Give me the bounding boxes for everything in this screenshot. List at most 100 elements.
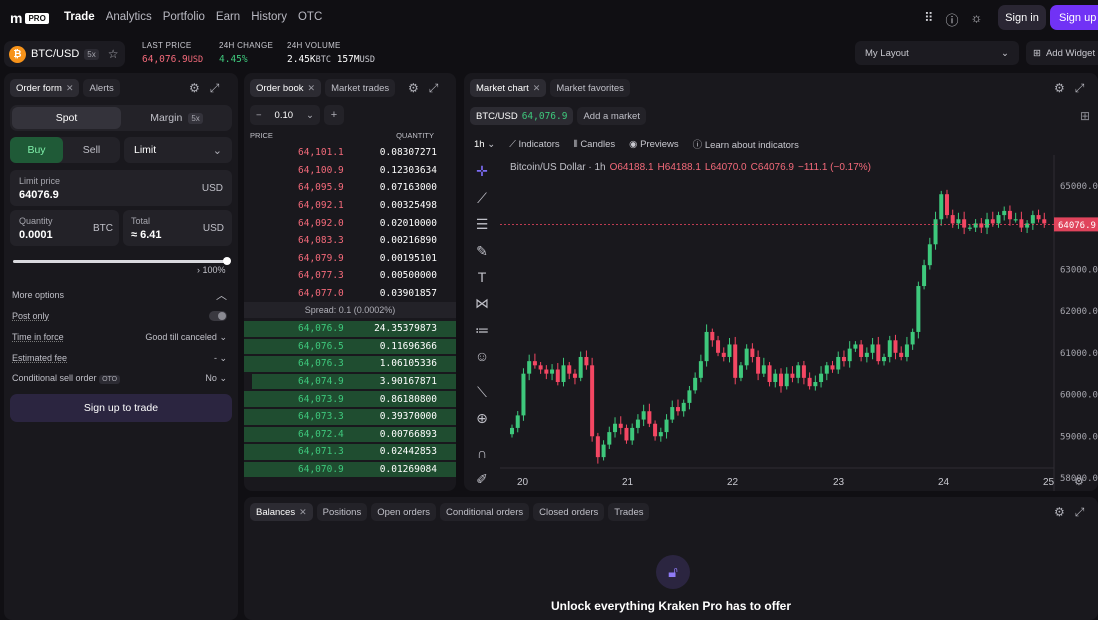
pair-selector[interactable]: ₿ BTC/USD 5x ☆ (4, 41, 125, 67)
bid-row[interactable]: 64,070.9 0.01269084 (244, 461, 456, 479)
crosshair-icon[interactable]: ✛ (472, 163, 492, 180)
settings-gear-icon[interactable]: ⚙ (189, 81, 200, 96)
bid-row[interactable]: 64,072.4 0.00766893 (244, 426, 456, 444)
tab-alerts[interactable]: Alerts (83, 79, 120, 97)
ask-row[interactable]: 64,079.9 0.00195101 (244, 250, 456, 268)
kraken-pro-logo[interactable]: m PRO (10, 10, 49, 26)
add-widget-button[interactable]: ⊞ Add Widget (1026, 41, 1098, 65)
tab-open-orders[interactable]: Open orders (371, 503, 437, 521)
help-icon[interactable]: ⓘ (946, 10, 959, 29)
indicators-button[interactable]: ⟋ Indicators (509, 139, 559, 150)
expand-icon[interactable]: ⤢ (429, 81, 439, 96)
trendline-icon[interactable]: ⟋ (472, 190, 492, 207)
close-icon[interactable]: ✕ (66, 83, 74, 94)
ask-row[interactable]: 64,095.9 0.07163000 (244, 179, 456, 197)
ask-row[interactable]: 64,100.9 0.12303634 (244, 162, 456, 180)
tab-trades[interactable]: Trades (608, 503, 650, 521)
ask-row[interactable]: 64,077.3 0.00500000 (244, 267, 456, 285)
buy-button[interactable]: Buy (10, 137, 63, 163)
sell-button[interactable]: Sell (65, 137, 118, 163)
settings-gear-icon[interactable]: ⚙ (408, 81, 419, 96)
favorite-star-icon[interactable]: ☆ (108, 47, 119, 61)
nav-history[interactable]: History (251, 11, 287, 23)
interval-select[interactable]: 1h ⌄ (474, 139, 495, 150)
lock-draw-icon[interactable]: ✐ (472, 471, 492, 488)
ask-row[interactable]: 64,092.1 0.00325498 (244, 197, 456, 215)
bid-row[interactable]: 64,074.9 3.90167871 (244, 373, 456, 391)
bid-row[interactable]: 64,076.9 24.35379873 (244, 320, 456, 338)
tab-positions[interactable]: Positions (316, 503, 368, 521)
close-icon[interactable]: ✕ (299, 507, 307, 518)
tab-order-form[interactable]: Order form ✕ (10, 79, 80, 97)
add-market-button[interactable]: Add a market (577, 107, 646, 125)
sign-up-button[interactable]: Sign up (1050, 5, 1098, 30)
settings-gear-icon[interactable]: ⚙ (1054, 505, 1065, 520)
quantity-field[interactable]: Quantity 0.0001 BTC (10, 210, 119, 246)
close-icon[interactable]: ✕ (533, 83, 541, 94)
ask-row[interactable]: 64,077.0 0.03901857 (244, 285, 456, 303)
nav-trade[interactable]: Trade (64, 11, 95, 23)
expand-icon[interactable]: ⤢ (1075, 505, 1085, 520)
pattern-icon[interactable]: ⋈ (472, 295, 492, 312)
candles-button[interactable]: ⫴ Candles (574, 139, 616, 150)
zoom-in-icon[interactable]: ⊕ (472, 410, 492, 427)
spot-tab[interactable]: Spot (12, 107, 121, 129)
tab-market-trades[interactable]: Market trades (325, 79, 396, 97)
layout-grid-icon[interactable]: ⊞ (1080, 109, 1090, 123)
text-tool-icon[interactable]: T (472, 269, 492, 285)
tab-conditional-orders[interactable]: Conditional orders (440, 503, 530, 521)
ask-row[interactable]: 64,101.1 0.08307271 (244, 144, 456, 162)
order-type-select[interactable]: Limit ⌄ (124, 137, 232, 163)
expand-icon[interactable]: ⤢ (210, 81, 220, 96)
tab-market-favorites[interactable]: Market favorites (550, 79, 630, 97)
bid-row[interactable]: 64,076.3 1.06105336 (244, 355, 456, 373)
tab-balances[interactable]: Balances ✕ (250, 503, 313, 521)
learn-indicators-link[interactable]: ⓘ Learn about indicators (693, 137, 799, 151)
close-icon[interactable]: ✕ (308, 83, 316, 94)
more-options-toggle[interactable]: More options ︿ (12, 288, 227, 302)
sign-up-to-trade-button[interactable]: Sign up to trade (10, 394, 232, 422)
sign-in-button[interactable]: Sign in (998, 5, 1046, 30)
bid-row[interactable]: 64,073.3 0.39370000 (244, 408, 456, 426)
tab-order-book[interactable]: Order book ✕ (250, 79, 322, 97)
amount-slider-track[interactable] (13, 257, 231, 265)
ruler-icon[interactable]: ⟍ (472, 384, 492, 401)
chart-pair-chip[interactable]: BTC/USD 64,076.9 (470, 107, 574, 125)
margin-tab[interactable]: Margin 5x (123, 107, 230, 129)
bid-row[interactable]: 64,076.5 0.11696366 (244, 338, 456, 356)
time-in-force-row[interactable]: Time in force Good till canceled ⌄ (12, 330, 227, 344)
settings-gear-icon[interactable]: ⚙ (1054, 81, 1065, 96)
theme-sun-icon[interactable]: ☼ (971, 10, 983, 29)
tab-market-chart[interactable]: Market chart ✕ (470, 79, 547, 97)
nav-earn[interactable]: Earn (216, 11, 240, 23)
expand-icon[interactable]: ⤢ (1075, 81, 1085, 96)
layout-select[interactable]: My Layout ⌄ (855, 41, 1019, 65)
tab-closed-orders[interactable]: Closed orders (533, 503, 605, 521)
limit-price-value: 64076.9 (19, 189, 59, 201)
tick-size-select[interactable]: − 0.10 ⌄ (250, 105, 320, 125)
minus-icon[interactable]: − (256, 110, 262, 121)
fib-icon[interactable]: ≔ (472, 322, 492, 339)
plus-icon[interactable]: + (324, 105, 344, 125)
magnet-icon[interactable]: ∩ (472, 445, 492, 461)
total-field[interactable]: Total ≈ 6.41 USD (123, 210, 232, 246)
candlestick-chart[interactable]: 65000.064000.063000.062000.061000.060000… (500, 155, 1098, 491)
previews-button[interactable]: ◉ Previews (629, 139, 678, 150)
nav-analytics[interactable]: Analytics (106, 11, 152, 23)
horizontal-lines-icon[interactable]: ☰ (472, 216, 492, 233)
chevron-down-icon[interactable]: ⌄ (219, 353, 227, 363)
apps-grid-icon[interactable]: ⠿ (924, 10, 934, 29)
bid-row[interactable]: 64,071.3 0.02442853 (244, 443, 456, 461)
brush-icon[interactable]: ✎ (472, 243, 492, 260)
chart-settings-gear-icon[interactable]: ⚙ (1074, 476, 1084, 488)
conditional-order-row[interactable]: Conditional sell order OTO No ⌄ (12, 371, 227, 385)
ask-row[interactable]: 64,092.0 0.02010000 (244, 214, 456, 232)
amount-slider-handle[interactable] (223, 257, 231, 265)
limit-price-field[interactable]: Limit price 64076.9 USD (10, 170, 232, 206)
post-only-toggle[interactable] (209, 311, 227, 321)
ask-row[interactable]: 64,083.3 0.00216890 (244, 232, 456, 250)
nav-otc[interactable]: OTC (298, 11, 322, 23)
emoji-icon[interactable]: ☺ (472, 348, 492, 364)
nav-portfolio[interactable]: Portfolio (163, 11, 205, 23)
bid-row[interactable]: 64,073.9 0.86180800 (244, 390, 456, 408)
